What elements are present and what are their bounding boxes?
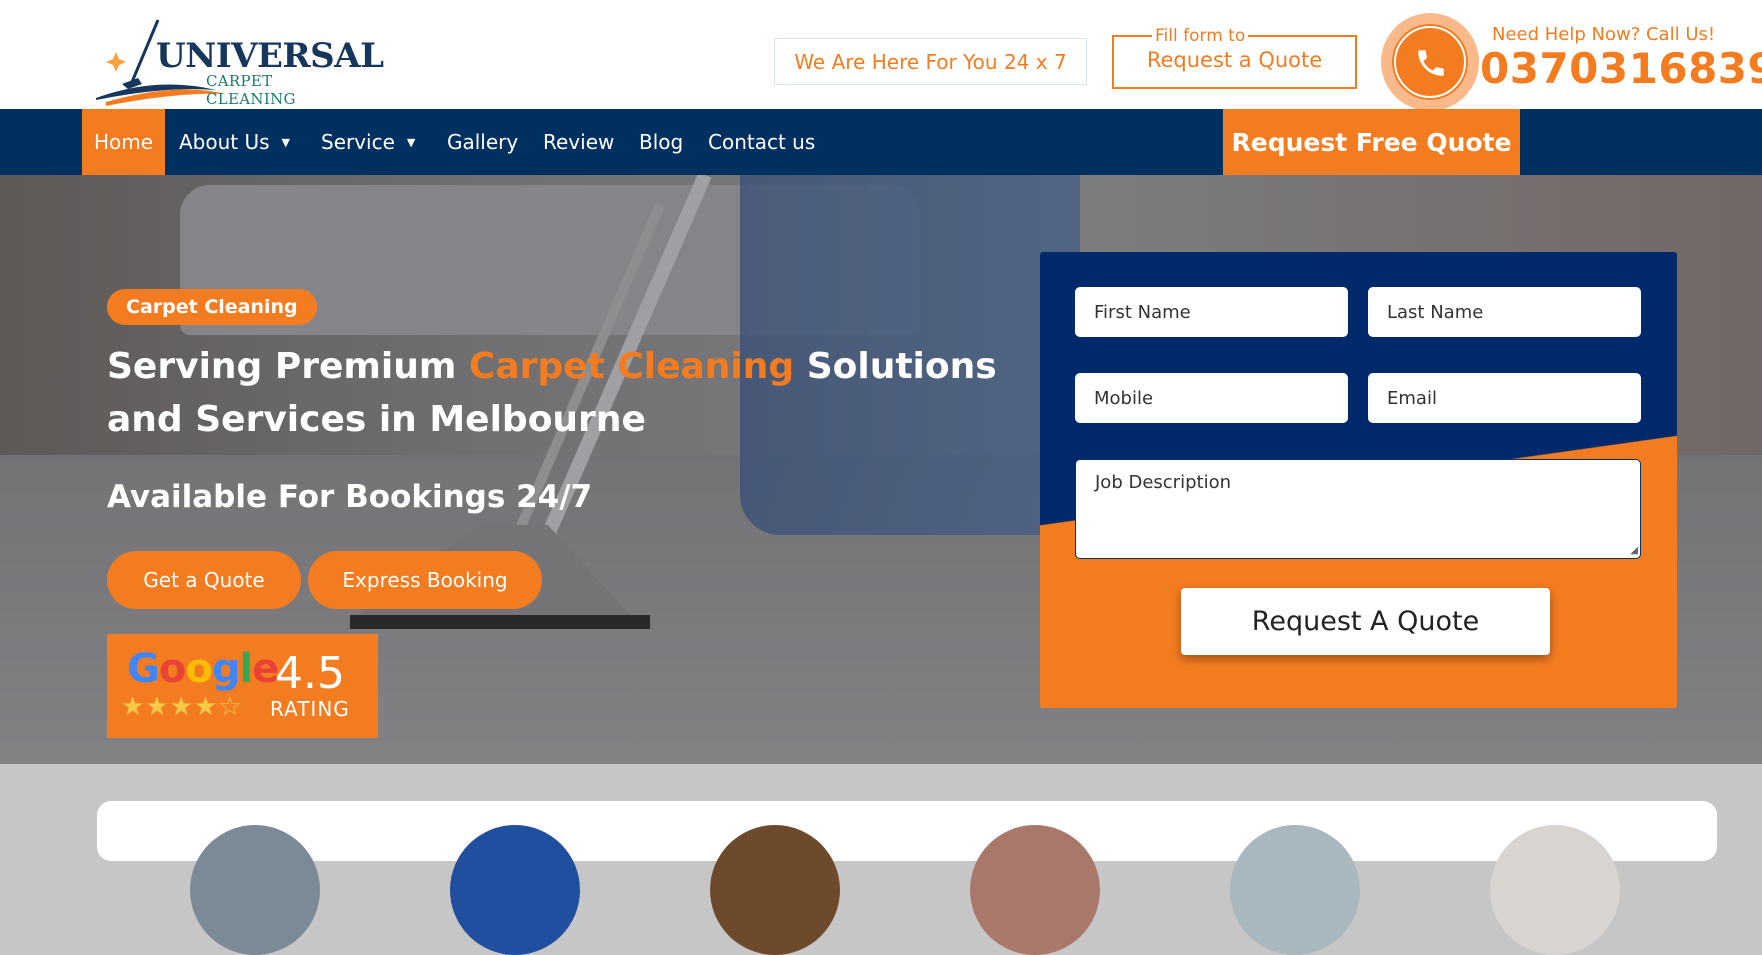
chevron-down-icon: ▼ — [406, 135, 416, 149]
mobile-field[interactable]: Mobile — [1075, 373, 1348, 423]
nav-contact-us[interactable]: Contact us — [708, 109, 815, 175]
help-text: Need Help Now? Call Us! — [1492, 24, 1716, 45]
get-a-quote-button[interactable]: Get a Quote — [107, 551, 301, 609]
hero-headline: Serving Premium Carpet Cleaning Solution… — [107, 340, 1007, 446]
hero-section: Carpet Cleaning Serving Premium Carpet C… — [0, 175, 1762, 764]
service-thumbnail[interactable] — [970, 825, 1100, 955]
service-thumbnail[interactable] — [450, 825, 580, 955]
rating-stars-icon: ★★★★☆ — [121, 692, 243, 722]
phone-number[interactable]: 0370316839 — [1480, 44, 1762, 93]
nav-home[interactable]: Home — [82, 109, 166, 175]
service-thumbnail[interactable] — [190, 825, 320, 955]
first-name-field[interactable]: First Name — [1075, 287, 1348, 337]
phone-button[interactable] — [1381, 13, 1479, 111]
nav-gallery[interactable]: Gallery — [447, 109, 518, 175]
headline-highlight: Carpet Cleaning — [468, 346, 795, 387]
nav-blog-label: Blog — [639, 130, 684, 154]
headline-pre: Serving Premium — [107, 346, 469, 387]
job-description-placeholder: Job Description — [1095, 472, 1231, 493]
category-badge: Carpet Cleaning — [107, 289, 317, 325]
nav-gallery-label: Gallery — [447, 130, 519, 154]
express-booking-button[interactable]: Express Booking — [308, 551, 542, 609]
last-name-field[interactable]: Last Name — [1368, 287, 1641, 337]
logo[interactable]: UNIVERSAL CARPET CLEANING — [96, 16, 384, 108]
google-rating-badge[interactable]: Google 4.5 ★★★★☆ RATING — [107, 634, 378, 738]
availability-tagline: We Are Here For You 24 x 7 — [774, 38, 1087, 85]
quote-link-label: Request a Quote — [1146, 48, 1323, 72]
job-description-field[interactable]: Job Description ◢ — [1075, 459, 1641, 559]
services-strip — [97, 801, 1717, 861]
service-thumbnail[interactable] — [1230, 825, 1360, 955]
main-nav: Home About Us ▼ Service ▼ Gallery Review B… — [0, 109, 1762, 175]
nav-service[interactable]: Service ▼ — [321, 109, 415, 175]
resize-handle-icon[interactable]: ◢ — [1630, 545, 1638, 556]
top-header: UNIVERSAL CARPET CLEANING We Are Here Fo… — [0, 0, 1762, 111]
phone-icon — [1418, 50, 1444, 76]
logo-main-text: UNIVERSAL — [156, 36, 384, 76]
nav-home-label: Home — [94, 130, 154, 154]
nav-review[interactable]: Review — [543, 109, 614, 175]
request-free-quote-button[interactable]: Request Free Quote — [1223, 109, 1520, 175]
nav-contact-us-label: Contact us — [708, 130, 816, 154]
logo-sub-text: CARPET CLEANING — [206, 72, 296, 108]
quote-form: First Name Last Name Mobile Email Job De… — [1040, 252, 1677, 708]
nav-review-label: Review — [543, 130, 615, 154]
quote-prefix: Fill form to — [1152, 25, 1249, 47]
email-field[interactable]: Email — [1368, 373, 1641, 423]
nav-blog[interactable]: Blog — [639, 109, 683, 175]
hero-subhead: Available For Bookings 24/7 — [107, 479, 593, 515]
rating-score: 4.5 — [275, 648, 345, 699]
nav-service-label: Service — [321, 130, 395, 154]
header-quote-link[interactable]: Fill form to Request a Quote — [1112, 25, 1357, 89]
request-a-quote-button[interactable]: Request A Quote — [1181, 588, 1550, 655]
nav-about-us[interactable]: About Us ▼ — [179, 109, 290, 175]
service-thumbnail[interactable] — [710, 825, 840, 955]
nav-about-us-label: About Us — [179, 130, 270, 154]
service-thumbnail[interactable] — [1490, 825, 1620, 955]
rating-label: RATING — [270, 697, 350, 721]
phone-inner-circle — [1394, 26, 1466, 98]
google-logo: Google — [127, 646, 279, 692]
chevron-down-icon: ▼ — [281, 135, 291, 149]
